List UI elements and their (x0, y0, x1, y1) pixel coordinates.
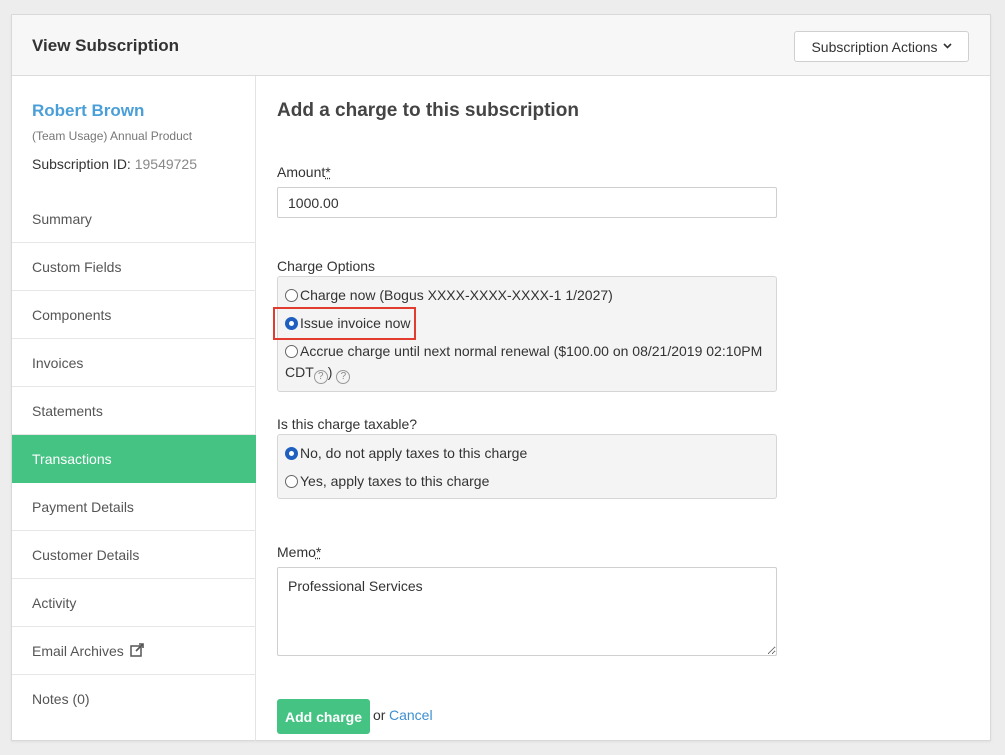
amount-label-text: Amount (277, 164, 326, 180)
sidebar-item-invoices[interactable]: Invoices (12, 339, 256, 387)
help-icon[interactable]: ? (336, 370, 351, 384)
subscription-id-value: 19549725 (134, 156, 198, 172)
customer-name-link[interactable]: Robert Brown (32, 101, 144, 121)
subscription-actions-label: Subscription Actions (811, 38, 938, 55)
sidebar-item-label: Transactions (32, 451, 112, 467)
sidebar-item-transactions[interactable]: Transactions (12, 435, 256, 483)
highlight-box (273, 307, 416, 340)
sidebar-item-label: Summary (32, 211, 92, 227)
required-marker: * (315, 544, 322, 560)
sidebar-item-summary[interactable]: Summary (12, 195, 256, 243)
amount-label: Amount* (277, 164, 331, 180)
apply-tax-radio[interactable] (285, 475, 298, 488)
sidebar-item-label: Components (32, 307, 112, 323)
accrue-charge-radio[interactable] (285, 345, 298, 358)
apply-tax-label: Yes, apply taxes to this charge (300, 473, 490, 489)
sidebar-item-statements[interactable]: Statements (12, 387, 256, 435)
sidebar-item-components[interactable]: Components (12, 291, 256, 339)
subscription-id-label: Subscription ID: (32, 156, 131, 172)
accrue-charge-label: Accrue charge until next normal renewal … (285, 341, 763, 384)
add-charge-button[interactable]: Add charge (277, 699, 370, 734)
sidebar-item-activity[interactable]: Activity (12, 579, 256, 627)
memo-textarea[interactable]: Professional Services (277, 567, 777, 656)
required-marker: * (325, 164, 331, 180)
charge-now-option[interactable]: Charge now (Bogus XXXX-XXXX-XXXX-1 1/202… (285, 285, 613, 306)
sidebar-item-label: Notes (0) (32, 691, 90, 707)
accrue-charge-label-line1: Accrue charge until next normal renewal … (300, 343, 763, 359)
sidebar-item-email-archives[interactable]: Email Archives (12, 627, 256, 675)
subscription-actions-button[interactable]: Subscription Actions (794, 31, 969, 62)
charge-options-label: Charge Options (277, 258, 376, 274)
external-link-icon (129, 628, 145, 676)
tax-options-group: No, do not apply taxes to this charge Ye… (277, 434, 777, 499)
close-paren: ) (327, 364, 333, 380)
cancel-link[interactable]: Cancel (389, 707, 433, 723)
help-icon[interactable]: ? (313, 370, 328, 384)
no-tax-label: No, do not apply taxes to this charge (300, 445, 528, 461)
sidebar-nav: Summary Custom Fields Components Invoice… (12, 195, 256, 723)
taxable-label: Is this charge taxable? (277, 416, 418, 432)
sidebar-item-label: Activity (32, 595, 77, 611)
page-title: View Subscription (32, 36, 180, 55)
sidebar-item-label: Statements (32, 403, 103, 419)
sidebar-item-customer-details[interactable]: Customer Details (12, 531, 256, 579)
sidebar-item-label: Custom Fields (32, 259, 122, 275)
no-tax-option[interactable]: No, do not apply taxes to this charge (285, 443, 527, 464)
no-tax-radio[interactable] (285, 447, 298, 460)
form-title: Add a charge to this subscription (277, 100, 579, 121)
panel-header: View Subscription Subscription Actions (12, 15, 990, 76)
accrue-charge-label-line2: CDT (285, 364, 314, 380)
product-name: (Team Usage) Annual Product (32, 129, 193, 143)
sidebar-item-notes[interactable]: Notes (0) (12, 675, 256, 723)
charge-now-radio[interactable] (285, 289, 298, 302)
sidebar: Robert Brown (Team Usage) Annual Product… (12, 76, 256, 741)
memo-label-text: Memo (277, 544, 316, 560)
or-text: or (373, 707, 386, 723)
subscription-panel: View Subscription Subscription Actions R… (11, 14, 991, 741)
apply-tax-option[interactable]: Yes, apply taxes to this charge (285, 471, 489, 492)
sidebar-item-label: Email Archives (32, 643, 124, 659)
charge-now-label: Charge now (Bogus XXXX-XXXX-XXXX-1 1/202… (300, 287, 613, 303)
memo-label: Memo* (277, 544, 321, 560)
sidebar-item-custom-fields[interactable]: Custom Fields (12, 243, 256, 291)
chevron-down-icon (942, 41, 952, 52)
sidebar-item-label: Payment Details (32, 499, 134, 515)
subscription-id: Subscription ID: 19549725 (32, 156, 197, 172)
sidebar-item-label: Customer Details (32, 547, 140, 563)
amount-input[interactable] (277, 187, 777, 218)
sidebar-item-payment-details[interactable]: Payment Details (12, 483, 256, 531)
accrue-charge-option[interactable]: Accrue charge until next normal renewal … (285, 341, 770, 384)
sidebar-item-label: Invoices (32, 355, 84, 371)
